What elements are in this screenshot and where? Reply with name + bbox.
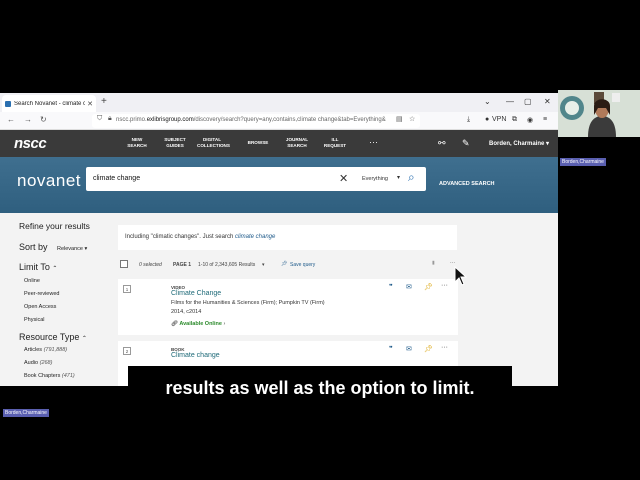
close-window-icon[interactable]: ✕ [544, 97, 551, 106]
forward-icon[interactable]: → [24, 115, 32, 124]
pin-icon[interactable]: ✎ [462, 138, 470, 149]
pin-record-icon[interactable]: 📌︎ [424, 345, 433, 353]
advanced-search-link[interactable]: ADVANCED SEARCH [439, 181, 495, 187]
lock-icon[interactable]: 🔒︎ [108, 115, 112, 123]
email-icon[interactable]: ✉ [406, 283, 412, 291]
limit-heading[interactable]: Limit To ⌃ [19, 262, 57, 272]
vpn-label[interactable]: VPN [492, 116, 506, 123]
limit-peer-reviewed[interactable]: Peer-reviewed [24, 291, 59, 297]
favicon-icon [5, 100, 11, 107]
maximize-icon[interactable]: ▢ [524, 97, 532, 106]
result-date: 2014, c2014 [171, 309, 202, 315]
just-search-link[interactable]: climate change [235, 234, 275, 240]
pin-query-icon[interactable]: 📌︎ [281, 261, 287, 267]
page-number: PAGE 1 [173, 262, 191, 268]
email-icon[interactable]: ✉ [406, 345, 412, 353]
result-number: 2 [123, 347, 131, 355]
cite-icon[interactable]: ❞ [389, 345, 393, 353]
site-header: nscc NEW SEARCH SUBJECT GUIDES DIGITAL COLL… [0, 130, 558, 157]
refine-heading: Refine your results [19, 221, 90, 231]
novanet-logo: novanet [17, 171, 81, 190]
nav-more-icon[interactable]: ··· [369, 137, 378, 147]
back-icon[interactable]: ← [7, 115, 15, 124]
record-more-icon[interactable]: ··· [441, 344, 448, 351]
nav-browse[interactable]: BROWSE [243, 140, 273, 146]
clear-search-icon[interactable]: ✕ [339, 172, 348, 185]
results-area: Including "climatic changes". Just searc… [108, 213, 558, 386]
tab-title: Search Novanet - climate chan... [14, 100, 86, 107]
browser-tab[interactable]: Search Novanet - climate chan... ✕ [2, 95, 96, 112]
search-input[interactable]: climate change [93, 175, 140, 182]
availability-link[interactable]: 🔗︎ Available Online › [171, 321, 225, 327]
extensions-icon[interactable]: ⧉ [512, 116, 517, 124]
bookmark-star-icon[interactable]: ☆ [409, 115, 415, 123]
search-box: climate change ✕ Everything ▾ ⌕ [86, 167, 426, 191]
nav-digital-collections[interactable]: DIGITAL COLLECTIONS [197, 137, 230, 148]
participant-name-tag: Borden,Charmaine [560, 158, 606, 166]
participant-video[interactable] [558, 90, 640, 137]
type-audio[interactable]: Audio (268) [24, 360, 52, 366]
minimize-icon[interactable]: — [506, 97, 514, 106]
nav-ill-request[interactable]: ILL REQUEST [320, 137, 350, 148]
result-card[interactable]: 1 VIDEO Climate Change Films for the Hum… [118, 279, 458, 335]
select-all-checkbox[interactable] [120, 260, 128, 268]
video-caption: results as well as the option to limit. [128, 366, 512, 408]
close-tab-icon[interactable]: ✕ [87, 100, 93, 108]
result-title[interactable]: Climate Change [171, 290, 221, 297]
limit-physical[interactable]: Physical [24, 317, 44, 323]
sort-caret-icon[interactable]: ▾ [262, 262, 265, 268]
did-you-mean-banner: Including "climatic changes". Just searc… [118, 225, 457, 250]
download-icon[interactable]: ⤓ [467, 116, 470, 124]
vpn-icon[interactable]: ● [485, 116, 489, 123]
address-bar: ← → ↻ nscc.primo.exlibrisgroup.com/disco… [0, 112, 558, 130]
account-icon[interactable]: ◉ [527, 116, 533, 124]
participant-name-tag: Borden,Charmaine [3, 409, 49, 417]
scope-select[interactable]: Everything [362, 176, 388, 182]
sort-label: Sort by [19, 242, 48, 252]
result-title[interactable]: Climate change [171, 352, 220, 359]
nav-new-search[interactable]: NEW SEARCH [122, 137, 152, 148]
reader-view-icon[interactable]: ▤ [396, 115, 403, 123]
tab-bar: Search Novanet - climate chan... ✕ + ⌄ —… [0, 93, 558, 112]
screen: Search Novanet - climate chan... ✕ + ⌄ —… [0, 0, 640, 480]
shield-icon[interactable]: ⛉ [97, 115, 102, 123]
nav-subject-guides[interactable]: SUBJECT GUIDES [160, 137, 190, 148]
user-menu[interactable]: Borden, Charmaine ▾ [489, 140, 549, 147]
menu-icon[interactable]: ≡ [543, 116, 547, 123]
library-card-icon[interactable]: ⚯ [438, 138, 446, 149]
type-book-chapters[interactable]: Book Chapters (471) [24, 373, 75, 379]
pin-record-icon[interactable]: 📌︎ [424, 283, 433, 291]
refine-panel: Refine your results Sort by Relevance ▾ … [0, 213, 108, 386]
new-tab-icon[interactable]: + [101, 96, 107, 107]
result-authors: Films for the Humanities & Sciences (Fir… [171, 300, 325, 306]
result-number: 1 [123, 285, 131, 293]
search-icon[interactable]: ⌕ [408, 170, 415, 185]
results-count: 1-10 of 2,343,605 Results [198, 262, 256, 268]
limit-online[interactable]: Online [24, 278, 40, 284]
nav-journal-search[interactable]: JOURNAL SEARCH [282, 137, 312, 148]
nscc-logo[interactable]: nscc [14, 135, 47, 152]
url-field[interactable]: nscc.primo.exlibrisgroup.com/discovery/s… [92, 114, 420, 128]
chevron-down-icon[interactable]: ▾ [397, 174, 400, 181]
browser-window: Search Novanet - climate chan... ✕ + ⌄ —… [0, 93, 558, 386]
selected-count: 0 selected [139, 262, 162, 268]
search-band: novanet climate change ✕ Everything ▾ ⌕ … [0, 157, 558, 213]
limit-open-access[interactable]: Open Access [24, 304, 56, 310]
mouse-cursor-icon [454, 266, 468, 286]
pin-icon[interactable]: ▮ [432, 260, 435, 266]
tab-list-icon[interactable]: ⌄ [484, 97, 491, 106]
resource-type-heading[interactable]: Resource Type ⌃ [19, 332, 87, 342]
record-more-icon[interactable]: ··· [441, 282, 448, 289]
results-toolbar: 0 selected PAGE 1 1-10 of 2,343,605 Resu… [118, 258, 458, 272]
sort-select[interactable]: Relevance ▾ [57, 246, 87, 252]
reload-icon[interactable]: ↻ [40, 115, 47, 124]
save-query-button[interactable]: Save query [290, 262, 315, 268]
type-articles[interactable]: Articles (791,888) [24, 347, 67, 353]
participant-avatar [558, 90, 640, 137]
cite-icon[interactable]: ❞ [389, 283, 393, 291]
